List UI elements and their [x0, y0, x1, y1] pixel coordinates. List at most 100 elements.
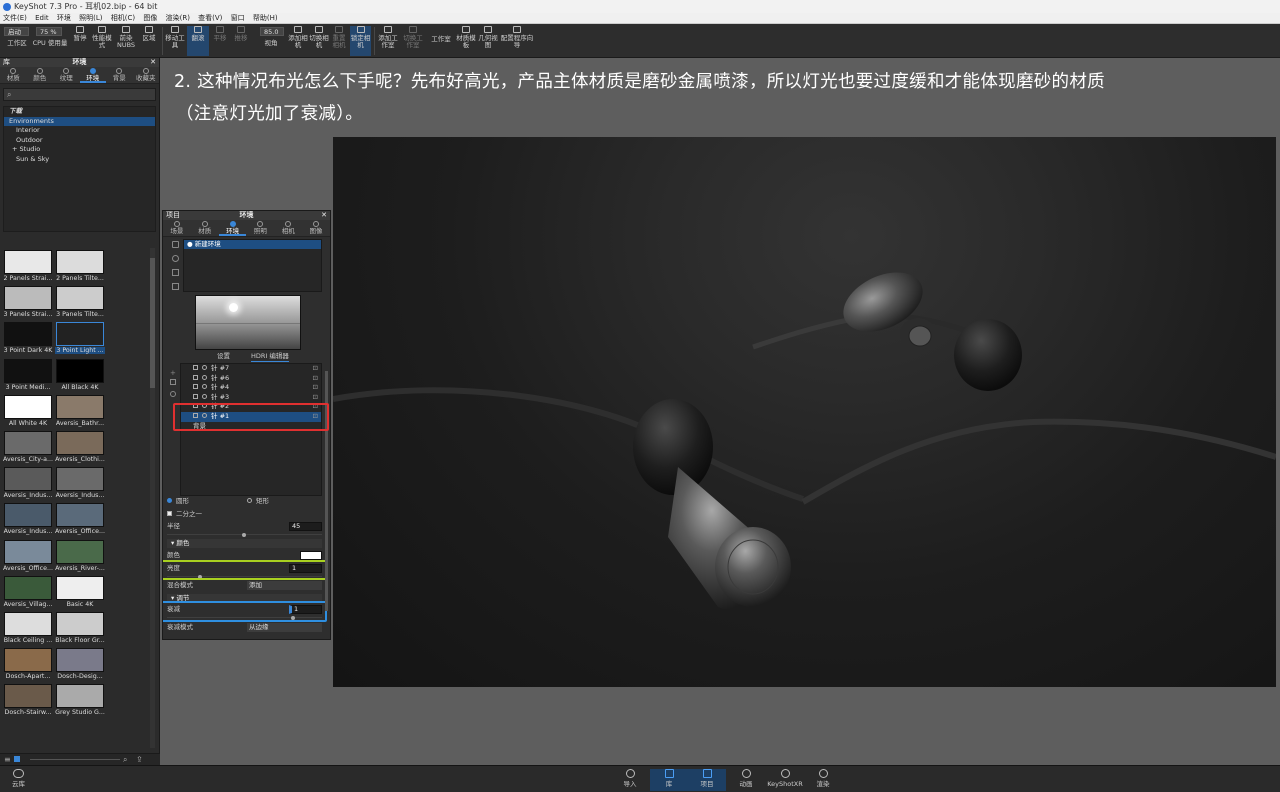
studio-button[interactable]: 工作室: [428, 26, 454, 56]
environment-thumbnail[interactable]: Aversis_Indus...: [3, 503, 53, 535]
geometry-view-button[interactable]: 几何视图: [478, 26, 498, 56]
workspace-button[interactable]: 工作区: [4, 40, 30, 54]
switch-studio-button[interactable]: 切换工作室: [401, 26, 425, 56]
scrollbar-thumb[interactable]: [150, 258, 155, 388]
menu-file[interactable]: 文件(E): [3, 13, 27, 24]
library-search-input[interactable]: ⌕: [3, 88, 156, 101]
color-swatch[interactable]: [300, 551, 322, 560]
light-pin-marker[interactable]: [229, 303, 238, 312]
tab-colors[interactable]: 颜色: [27, 67, 54, 83]
menu-environment[interactable]: 环境: [57, 13, 71, 24]
environment-thumbnail[interactable]: 2 Panels Strai...: [3, 250, 53, 282]
grid-view-icon[interactable]: [14, 756, 20, 762]
environment-thumbnail[interactable]: Dosch-Apart...: [3, 648, 53, 680]
menu-window[interactable]: 窗口: [231, 13, 245, 24]
switch-camera-button[interactable]: 切换相机: [309, 26, 329, 56]
environment-thumbnail[interactable]: Aversis_Clothi...: [55, 431, 105, 463]
copy-environment-icon[interactable]: [172, 269, 179, 276]
zoom-dropdown[interactable]: 75 %: [36, 27, 62, 36]
tree-item-interior[interactable]: Interior: [4, 126, 155, 136]
tab-materials[interactable]: 材质: [0, 67, 27, 83]
delete-icon[interactable]: [172, 283, 179, 290]
cpu-usage-button[interactable]: CPU 使用量: [31, 40, 69, 54]
menu-camera[interactable]: 相机(C): [111, 13, 135, 24]
menu-edit[interactable]: Edit: [35, 13, 49, 24]
tab-textures[interactable]: 纹理: [53, 67, 80, 83]
project-button[interactable]: 项目: [688, 769, 726, 791]
animation-button[interactable]: 动画: [727, 769, 765, 791]
environment-thumbnail[interactable]: Aversis_Bathr...: [55, 394, 105, 427]
pin-list-item[interactable]: 针 #3 ⊡: [181, 393, 321, 403]
environment-thumbnail[interactable]: Dosch-Desig...: [55, 648, 105, 680]
upload-icon[interactable]: ⇪: [136, 755, 143, 764]
environment-thumbnail[interactable]: Aversis_Office...: [3, 539, 53, 572]
search-icon[interactable]: ⌕: [123, 755, 127, 765]
render-button[interactable]: 渲染: [804, 769, 842, 791]
environment-thumbnail[interactable]: Black Ceiling ...: [3, 612, 53, 644]
menu-view[interactable]: 查看(V): [198, 13, 222, 24]
close-icon[interactable]: ✕: [150, 58, 156, 67]
nurbs-button[interactable]: 前染NUBS: [114, 26, 138, 56]
environment-thumbnail[interactable]: Aversis_Office...: [55, 503, 105, 535]
menu-lighting[interactable]: 照明(L): [79, 13, 102, 24]
environment-thumbnail[interactable]: Aversis_River-...: [55, 539, 105, 572]
tumble-button[interactable]: 翻滚: [187, 26, 209, 56]
environment-thumbnail[interactable]: Dosch-Stairw...: [3, 684, 53, 716]
pin-list-item[interactable]: 针 #6 ⊡: [181, 374, 321, 384]
pin-checkbox[interactable]: [193, 393, 198, 399]
menu-image[interactable]: 图像: [143, 13, 157, 24]
tab-favorites[interactable]: 收藏夹: [133, 67, 160, 83]
tab-environments[interactable]: 环境: [79, 67, 106, 83]
tab-lighting[interactable]: 照明: [246, 220, 274, 236]
environment-thumbnail[interactable]: 3 Panels Tilte...: [55, 286, 105, 318]
pin-checkbox[interactable]: [193, 374, 198, 380]
region-button[interactable]: 区域: [139, 26, 159, 56]
add-image-pin-icon[interactable]: [170, 379, 176, 385]
view-angle-field[interactable]: 85.0: [260, 27, 284, 36]
dolly-button[interactable]: 推移: [231, 26, 251, 56]
lock-icon[interactable]: ⊡: [313, 393, 318, 403]
blend-mode-dropdown[interactable]: 添加: [247, 581, 322, 590]
pin-list-item[interactable]: 针 #4 ⊡: [181, 383, 321, 393]
tree-item-studio[interactable]: + Studio: [4, 145, 155, 155]
duplicate-environment-icon[interactable]: [172, 255, 179, 262]
tab-backplates[interactable]: 背景: [106, 67, 133, 83]
environment-thumbnail[interactable]: Aversis_Indus...: [3, 467, 53, 499]
pin-checkbox[interactable]: [193, 384, 198, 390]
add-adjustment-icon[interactable]: [170, 391, 176, 397]
render-viewport[interactable]: [333, 137, 1276, 687]
falloff-mode-dropdown[interactable]: 从边缘: [247, 623, 322, 632]
color-section-header[interactable]: ▾ 颜色: [167, 539, 322, 548]
move-tool-button[interactable]: 移动工具: [165, 26, 185, 56]
menu-help[interactable]: 帮助(H): [253, 13, 278, 24]
tree-item-sun-sky[interactable]: Sun & Sky: [4, 155, 155, 165]
environment-thumbnail[interactable]: 3 Panels Strai...: [3, 286, 53, 318]
environment-thumbnail[interactable]: 3 Point Light ...: [55, 322, 105, 355]
start-dropdown[interactable]: 启动: [4, 27, 29, 36]
environment-thumbnail[interactable]: Basic 4K: [55, 575, 105, 608]
configurator-wizard-button[interactable]: 配置程序向导: [500, 26, 534, 56]
add-environment-icon[interactable]: [172, 241, 179, 248]
close-icon[interactable]: ✕: [321, 211, 327, 220]
radius-field[interactable]: 45: [289, 522, 322, 531]
shape-circle-radio[interactable]: [167, 498, 172, 503]
environment-list-item[interactable]: ● 新建环境: [184, 240, 321, 249]
lock-icon[interactable]: ⊡: [313, 383, 318, 393]
radius-slider-knob[interactable]: [242, 533, 246, 537]
environment-thumbnail[interactable]: All Black 4K: [55, 358, 105, 391]
hdri-preview[interactable]: [195, 295, 301, 350]
cloud-library-button[interactable]: 云库: [12, 769, 25, 788]
environment-thumbnail[interactable]: Aversis_Villag...: [3, 575, 53, 608]
tree-item-outdoor[interactable]: Outdoor: [4, 136, 155, 146]
pan-button[interactable]: 平移: [211, 26, 229, 56]
lock-icon[interactable]: ⊡: [313, 364, 318, 374]
shape-rect-radio[interactable]: [247, 498, 252, 503]
lock-camera-button[interactable]: 锁定相机: [350, 26, 371, 56]
keyshotxr-button[interactable]: KeyShotXR: [764, 769, 806, 791]
performance-mode-button[interactable]: 性能模式: [91, 26, 113, 56]
half-checkbox[interactable]: [167, 511, 172, 516]
import-button[interactable]: 导入: [611, 769, 649, 791]
tree-item-downloads[interactable]: 下载: [4, 107, 155, 117]
pin-list-item[interactable]: 针 #7 ⊡: [181, 364, 321, 374]
environment-thumbnail[interactable]: Aversis_City-a...: [3, 431, 53, 463]
